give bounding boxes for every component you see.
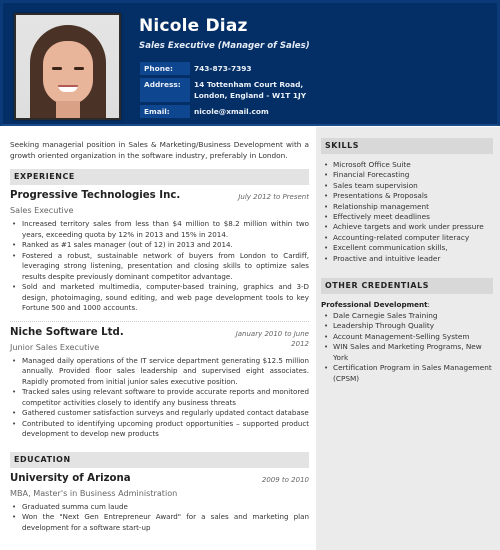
email-label: Email: [140,105,190,118]
credential-item: Certification Program in Sales Managemen… [321,363,493,384]
sidebar: SKILLS Microsoft Office Suite Financial … [316,127,500,550]
job-bullet: Gathered customer satisfaction surveys a… [10,408,309,419]
education-bullets: Graduated summa cum laude Won the "Next … [10,502,309,534]
profile-photo [16,15,119,118]
job-date: January 2010 to June 2012 [236,329,309,349]
skill-item: Microsoft Office Suite [321,160,493,171]
job-bullet: Sold and marketed multimedia, computer-b… [10,282,309,314]
job-date-line-2: 2012 [291,339,309,348]
photo-mouth [58,85,78,92]
skill-item: Effectively meet deadlines [321,212,493,223]
skill-item: Achieve targets and work under pressure [321,222,493,233]
education-bullet: Graduated summa cum laude [10,502,309,513]
candidate-name: Nicole Diaz [139,16,248,36]
job-separator [10,320,309,322]
credential-item: Dale Carnegie Sales Training [321,311,493,322]
profile-photo-frame [14,13,121,120]
experience-heading: EXPERIENCE [10,169,309,185]
contact-row-email: Email: nicole@xmail.com [140,105,310,118]
job-date-line-1: January 2010 to June [235,329,309,338]
job-date: July 2012 to Present [238,193,309,201]
address-line-2: London, England - W1T 1JY [194,91,307,100]
credential-item: Leadership Through Quality [321,321,493,332]
skill-item: Presentations & Proposals [321,191,493,202]
skills-heading: SKILLS [321,138,493,154]
education-heading: EDUCATION [10,451,309,468]
credential-item: Account Management-Selling System [321,332,493,343]
summary-text: Seeking managerial position in Sales & M… [10,140,309,160]
phone-value: 743-873-7393 [194,64,252,73]
credentials-list: Dale Carnegie Sales Training Leadership … [321,311,493,384]
skill-item: Accounting-related computer literacy [321,233,493,244]
job-entry: July 2012 to Present Progressive Technol… [10,190,309,314]
job-bullet: Contributed to identifying upcoming prod… [10,419,309,440]
main-column: Seeking managerial position in Sales & M… [10,139,309,533]
job-bullet: Tracked sales using relevant software to… [10,387,309,408]
skills-list: Microsoft Office Suite Financial Forecas… [321,160,493,264]
resume-header: Nicole Diaz Sales Executive (Manager of … [0,0,500,126]
job-bullet: Increased territory sales from less than… [10,219,309,240]
skill-item: Sales team supervision [321,181,493,192]
job-role: Sales Executive [10,205,74,215]
photo-neck [56,101,80,118]
credential-item: WIN Sales and Marketing Programs, New Yo… [321,342,493,363]
job-entry: January 2010 to June 2012 Niche Software… [10,327,309,440]
address-value: 14 Tottenham Court Road, London, England… [190,78,310,102]
job-bullets: Managed daily operations of the IT servi… [10,356,309,440]
credentials-heading: OTHER CREDENTIALS [321,278,493,295]
credentials-subheading-colon: : [427,300,430,310]
phone-label: Phone: [140,62,190,75]
job-bullets: Increased territory sales from less than… [10,219,309,314]
address-label: Address: [140,78,190,102]
education-degree: MBA, Master's in Business Administration [10,487,178,498]
contact-row-address: Address: 14 Tottenham Court Road, London… [140,78,310,102]
skill-item: Proactive and intuitive leader [321,254,493,265]
job-bullet: Managed daily operations of the IT servi… [10,356,309,388]
skill-item: Relationship management [321,202,493,213]
photo-face [43,41,93,105]
education-bullet: Won the "Next Gen Entrepreneur Award" fo… [10,512,309,533]
job-bullet: Ranked as #1 sales manager (out of 12) i… [10,240,309,251]
contact-row-phone: Phone: 743-873-7393 [140,62,310,75]
photo-eye-left [52,67,62,70]
skill-item: Excellent communication skills, [321,243,493,254]
credentials-subheading: Professional Development: [321,300,493,309]
sidebar-content: SKILLS Microsoft Office Suite Financial … [321,138,493,384]
contact-table: Phone: 743-873-7393 Address: 14 Tottenha… [140,59,310,121]
email-value[interactable]: nicole@xmail.com [190,105,310,118]
credentials-subheading-text: Professional Development [321,300,428,310]
education-date: 2009 to 2010 [261,475,309,484]
skill-item: Financial Forecasting [321,170,493,181]
photo-eye-right [74,67,84,70]
address-line-1: 14 Tottenham Court Road, [194,80,304,89]
candidate-title: Sales Executive (Manager of Sales) [139,41,310,51]
education-entry: 2009 to 2010 University of Arizona MBA, … [10,473,309,534]
job-bullet: Fostered a robust, sustainable network o… [10,251,309,283]
